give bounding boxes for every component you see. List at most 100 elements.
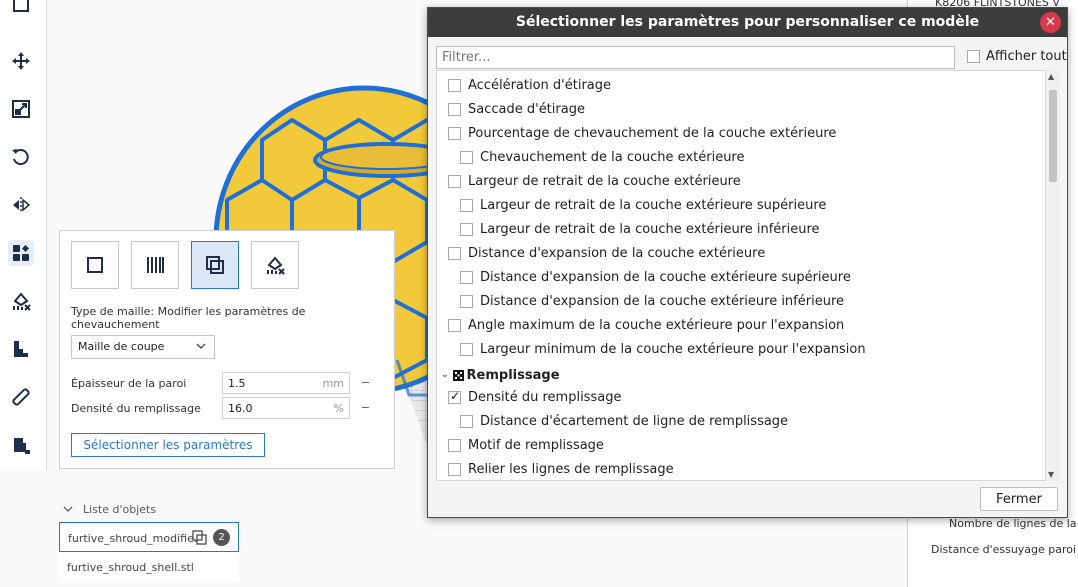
settings-scrollbar[interactable]: ▲ ▼ [1046,70,1060,481]
settings-list[interactable]: Accélération d'étirage Saccade d'étirage… [436,70,1046,481]
setting-label: Pourcentage de chevauchement de la couch… [468,125,837,141]
filter-input[interactable] [436,46,955,69]
setting-row[interactable]: Chevauchement de la couche extérieure [460,145,745,169]
setting-row[interactable]: Largeur de retrait de la couche extérieu… [460,193,826,217]
infill-mesh-button[interactable] [131,241,179,289]
infill-category-icon [452,369,464,381]
checkbox[interactable] [448,102,461,116]
checkbox[interactable] [460,150,473,164]
setting-row[interactable]: Saccade d'étirage [448,97,585,121]
show-all-label: Afficher tout [986,49,1067,64]
wall-thickness-unit: mm [322,377,344,390]
object-count-badge: 2 [213,529,230,546]
setting-row[interactable]: Pourcentage de chevauchement de la couch… [448,121,836,145]
setting-row[interactable]: Distance d'expansion de la couche extéri… [460,289,844,313]
chevron-down-icon [63,506,73,512]
checkbox[interactable] [967,50,980,63]
normal-model-icon [87,257,103,273]
setting-label: Nombre de lignes de la pa [949,517,1078,530]
reset-wall-thickness-icon[interactable] [362,382,369,383]
checkbox[interactable] [460,198,473,212]
per-model-settings-icon[interactable] [8,240,34,266]
chevron-down-icon [196,343,206,349]
infill-mesh-icon [147,257,164,273]
category-label: Remplissage [466,367,560,383]
setting-label: Chevauchement de la couche extérieure [480,149,745,165]
per-model-settings-panel: Type de maille: Modifier les paramètres … [59,230,395,469]
setting-row[interactable]: Largeur minimum de la couche extérieure … [460,337,866,361]
checkbox[interactable] [448,318,461,332]
select-settings-button[interactable]: Sélectionner les paramètres [71,433,265,457]
move-tool-icon[interactable] [8,48,34,74]
dialog-title: Sélectionner les paramètres pour personn… [428,8,1067,37]
setting-label: Saccade d'étirage [468,101,585,117]
cutting-mesh-icon [206,256,224,274]
checkbox-checked[interactable] [448,389,461,404]
mirror-tool-icon[interactable] [8,192,34,218]
setting-row[interactable]: Distance d'expansion de la couche extéri… [448,241,765,265]
object-list-item[interactable]: furtive_shroud_modifier 2 [59,522,239,552]
support-blocker-icon[interactable] [8,288,34,314]
setting-label: Relier les lignes de remplissage [468,461,674,477]
cutting-mesh-icon [192,530,207,545]
checkbox[interactable] [448,78,461,92]
infill-density-value: 16.0 [228,402,253,415]
setting-label: Largeur de retrait de la couche extérieu… [480,197,827,213]
checkbox[interactable] [448,246,461,260]
checkbox[interactable] [448,126,461,140]
checkbox[interactable] [460,414,473,428]
open-file-icon[interactable] [8,0,34,18]
left-toolbar [0,0,47,470]
mesh-type-text: Type de maille: Modifier les paramètres … [71,305,306,331]
setting-row[interactable]: Largeur de retrait de la couche extérieu… [460,217,820,241]
setting-row[interactable]: Densité du remplissage [448,385,621,409]
scroll-down-icon[interactable]: ▼ [1048,470,1054,479]
checkbox[interactable] [460,222,473,236]
wall-thickness-input[interactable]: 1.5 mm [222,372,350,394]
paint-tool-icon[interactable] [8,432,34,458]
infill-density-input[interactable]: 16.0 % [222,397,350,419]
checkbox[interactable] [460,294,473,308]
object-name: furtive_shroud_modifier [68,532,199,545]
checkbox[interactable] [448,438,461,452]
checkbox[interactable] [448,462,461,476]
support-blocker-mesh-button[interactable] [251,241,299,289]
setting-label: Distance d'expansion de la couche extéri… [480,293,844,309]
mesh-type-dropdown[interactable]: Maille de coupe [71,335,215,359]
chevron-down-icon: ⌄ [441,370,449,380]
rotate-tool-icon[interactable] [8,144,34,170]
setting-row[interactable]: Largeur de retrait de la couche extérieu… [448,169,741,193]
cutting-mesh-button[interactable] [191,241,239,289]
infill-density-label: Densité du remplissage [71,402,201,415]
setting-label: Angle maximum de la couche extérieure po… [468,317,845,333]
support-blocker-mesh-icon [267,256,285,275]
category-infill[interactable]: ⌄ Remplissage [441,363,560,387]
layer-view-icon[interactable] [8,336,34,362]
object-list-item[interactable]: furtive_shroud_shell.stl [59,552,239,582]
checkbox[interactable] [460,270,473,284]
show-all-checkbox[interactable]: Afficher tout [967,49,1067,64]
close-button[interactable]: Fermer [980,487,1058,511]
scrollbar-thumb[interactable] [1049,90,1057,182]
setting-row[interactable]: Accélération d'étirage [448,73,611,97]
close-icon[interactable]: ✕ [1040,12,1061,33]
normal-model-button[interactable] [71,241,119,289]
measure-tool-icon[interactable] [8,384,34,410]
object-list-header[interactable]: Liste d'objets [63,503,156,516]
scale-tool-icon[interactable] [8,96,34,122]
object-list-title: Liste d'objets [83,503,157,516]
mesh-type-dropdown-value: Maille de coupe [78,340,165,353]
setting-label: Largeur de retrait de la couche extérieu… [480,221,820,237]
setting-row[interactable]: Distance d'écartement de ligne de rempli… [460,409,788,433]
checkbox[interactable] [460,342,473,356]
setting-label: Distance d'expansion de la couche extéri… [480,269,851,285]
setting-row[interactable]: Distance d'expansion de la couche extéri… [460,265,851,289]
scroll-up-icon[interactable]: ▲ [1048,72,1054,81]
setting-label: Accélération d'étirage [468,77,612,93]
checkbox[interactable] [448,174,461,188]
reset-infill-density-icon[interactable] [362,407,369,408]
setting-row[interactable]: Relier les lignes de remplissage [448,457,674,480]
setting-row[interactable]: Motif de remplissage [448,433,604,457]
setting-row[interactable]: Angle maximum de la couche extérieure po… [448,313,844,337]
select-settings-dialog: Sélectionner les paramètres pour personn… [427,7,1068,518]
